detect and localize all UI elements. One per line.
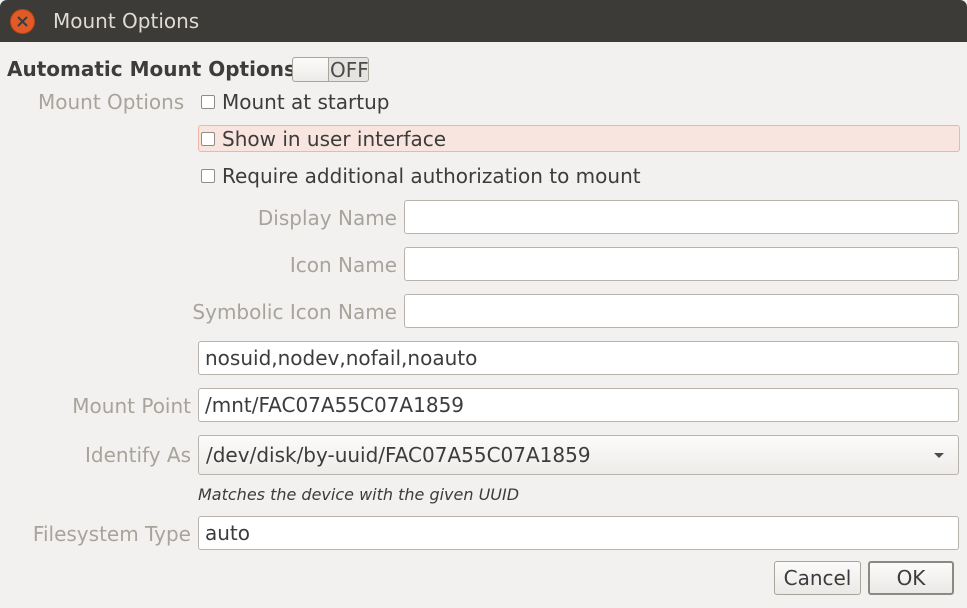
- close-icon: [17, 16, 28, 27]
- automatic-mount-switch[interactable]: OFF: [292, 57, 369, 82]
- switch-knob[interactable]: [293, 58, 329, 81]
- switch-state-label: OFF: [330, 58, 369, 82]
- filesystem-type-field[interactable]: auto: [198, 516, 959, 550]
- mount-at-startup-label[interactable]: Mount at startup: [222, 90, 389, 114]
- symbolic-icon-name-field[interactable]: [404, 294, 959, 328]
- symbolic-icon-name-label: Symbolic Icon Name: [192, 300, 397, 324]
- titlebar: Mount Options: [0, 0, 967, 42]
- identify-as-hint: Matches the device with the given UUID: [198, 485, 520, 504]
- show-in-ui-row[interactable]: Show in user interface: [201, 127, 446, 151]
- mount-at-startup-row[interactable]: Mount at startup: [201, 90, 389, 114]
- mount-options-string-field[interactable]: nosuid,nodev,nofail,noauto: [198, 341, 959, 375]
- identify-as-value: /dev/disk/by-uuid/FAC07A55C07A1859: [206, 443, 591, 467]
- automatic-mount-options-heading: Automatic Mount Options: [7, 57, 296, 81]
- window-title: Mount Options: [53, 9, 200, 33]
- display-name-label: Display Name: [257, 206, 397, 230]
- mount-point-field[interactable]: /mnt/FAC07A55C07A1859: [198, 388, 959, 422]
- mount-options-dialog: Mount Options Automatic Mount Options OF…: [0, 0, 967, 608]
- mount-point-label: Mount Point: [72, 394, 191, 418]
- icon-name-field[interactable]: [404, 247, 959, 281]
- mount-at-startup-checkbox[interactable]: [201, 95, 215, 109]
- mount-options-label: Mount Options: [38, 90, 185, 114]
- require-authorization-label[interactable]: Require additional authorization to moun…: [222, 164, 641, 188]
- identify-as-combo[interactable]: /dev/disk/by-uuid/FAC07A55C07A1859: [198, 435, 959, 475]
- dropdown-arrow-icon[interactable]: [934, 453, 944, 458]
- filesystem-type-label: Filesystem Type: [32, 522, 191, 546]
- require-authorization-row[interactable]: Require additional authorization to moun…: [201, 164, 641, 188]
- ok-button[interactable]: OK: [868, 561, 954, 595]
- show-in-ui-label[interactable]: Show in user interface: [222, 127, 446, 151]
- identify-as-label: Identify As: [85, 443, 191, 467]
- close-button[interactable]: [10, 9, 35, 34]
- show-in-ui-checkbox[interactable]: [201, 132, 215, 146]
- cancel-button[interactable]: Cancel: [774, 561, 861, 595]
- display-name-field[interactable]: [404, 200, 959, 234]
- icon-name-label: Icon Name: [289, 253, 397, 277]
- require-authorization-checkbox[interactable]: [201, 169, 215, 183]
